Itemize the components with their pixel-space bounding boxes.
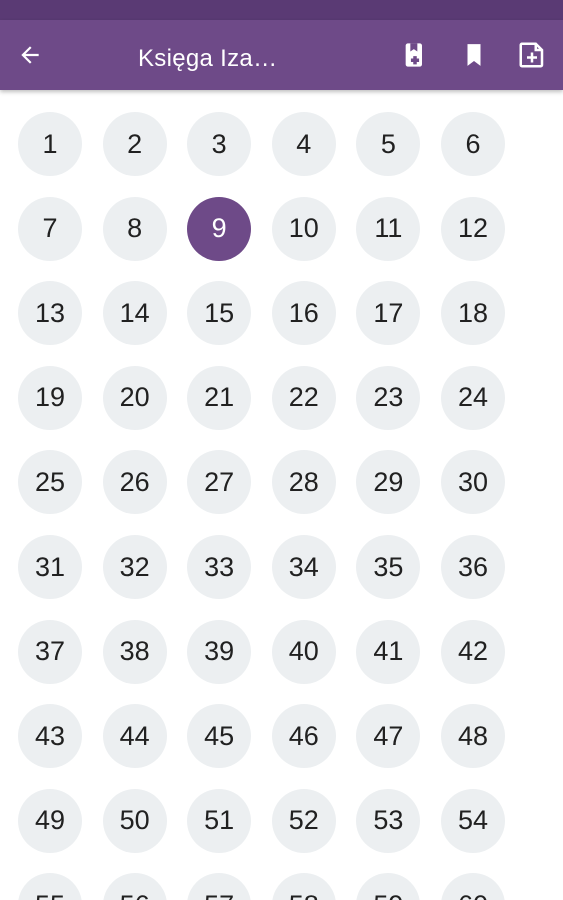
add-note-button[interactable]	[510, 33, 554, 77]
chapter-chip[interactable]: 14	[102, 281, 167, 346]
note-add-icon	[519, 42, 544, 68]
bookmark-icon	[467, 44, 481, 66]
chapter-chip[interactable]: 48	[441, 704, 505, 769]
chapter-chip[interactable]: 5	[356, 112, 421, 176]
chapter-chip[interactable]: 2	[102, 112, 167, 176]
page-title: Księga Iza…	[138, 45, 278, 72]
chapter-chip[interactable]: 33	[187, 535, 252, 599]
back-button[interactable]	[8, 33, 52, 77]
chapter-chip[interactable]: 37	[18, 619, 82, 684]
chapter-chip[interactable]: 30	[441, 450, 505, 515]
chapter-chip[interactable]: 55	[18, 873, 82, 900]
chapter-chip[interactable]: 18	[441, 281, 505, 346]
chapter-chip[interactable]: 53	[356, 788, 421, 853]
chapter-chip[interactable]: 10	[271, 196, 336, 261]
chapter-chip[interactable]: 12	[441, 196, 505, 261]
chapter-chip[interactable]: 58	[271, 873, 336, 900]
add-to-book-button[interactable]	[393, 33, 437, 77]
chapter-chip[interactable]: 19	[18, 365, 82, 430]
chapter-chip[interactable]: 54	[441, 788, 505, 853]
chapter-chip[interactable]: 15	[187, 281, 252, 346]
chapter-chip[interactable]: 6	[441, 112, 505, 176]
chapter-chip[interactable]: 29	[356, 450, 421, 515]
bookmark-button[interactable]	[452, 33, 496, 77]
chapter-chip[interactable]: 56	[102, 873, 167, 900]
chapter-chip[interactable]: 1	[18, 112, 82, 176]
app-bar: Księga Iza…	[0, 20, 563, 90]
chapter-chip[interactable]: 45	[187, 704, 252, 769]
chapter-chip[interactable]: 44	[102, 704, 167, 769]
chapter-chip[interactable]: 11	[356, 196, 421, 261]
chapter-chip[interactable]: 13	[18, 281, 82, 346]
chapter-chip[interactable]: 28	[271, 450, 336, 515]
chapter-chip[interactable]: 32	[102, 535, 167, 599]
chapter-chip[interactable]: 43	[18, 704, 82, 769]
chapter-chip-selected[interactable]: 9	[187, 196, 252, 261]
book-add-icon	[405, 43, 422, 67]
chapter-chip[interactable]: 4	[271, 112, 336, 176]
chapter-chip[interactable]: 35	[356, 535, 421, 599]
chapter-chip[interactable]: 24	[441, 365, 505, 430]
chapter-chip[interactable]: 52	[271, 788, 336, 853]
arrow-left-icon	[21, 46, 39, 64]
chapter-grid: 1 2 3 4 5 6 7 8 9 10 11 12 13 14 15 16 17 18 19 20 21 22 23 24 2…	[0, 90, 563, 900]
chapter-chip[interactable]: 16	[271, 281, 336, 346]
chapter-chip[interactable]: 59	[356, 873, 421, 900]
chapter-chip[interactable]: 21	[187, 365, 252, 430]
chapter-chip[interactable]: 49	[18, 788, 82, 853]
chapter-chip[interactable]: 25	[18, 450, 82, 515]
chapter-chip[interactable]: 31	[18, 535, 82, 599]
status-bar	[0, 0, 563, 20]
chapter-chip[interactable]: 57	[187, 873, 252, 900]
chapter-chip[interactable]: 3	[187, 112, 252, 176]
chapter-chip[interactable]: 39	[187, 619, 252, 684]
chapter-chip[interactable]: 17	[356, 281, 421, 346]
chapter-chip[interactable]: 46	[271, 704, 336, 769]
chapter-chip[interactable]: 26	[102, 450, 167, 515]
chapter-chip[interactable]: 60	[441, 873, 505, 900]
chapter-chip[interactable]: 50	[102, 788, 167, 853]
chapter-chip[interactable]: 8	[102, 196, 167, 261]
chapter-chip[interactable]: 23	[356, 365, 421, 430]
chapter-chip[interactable]: 20	[102, 365, 167, 430]
chapter-chip[interactable]: 40	[271, 619, 336, 684]
chapter-chip[interactable]: 27	[187, 450, 252, 515]
chapter-chip[interactable]: 47	[356, 704, 421, 769]
chapter-chip[interactable]: 42	[441, 619, 505, 684]
chapter-chip[interactable]: 51	[187, 788, 252, 853]
chapter-chip[interactable]: 7	[18, 196, 82, 261]
chapter-chip[interactable]: 41	[356, 619, 421, 684]
chapter-chip[interactable]: 34	[271, 535, 336, 599]
chapter-chip[interactable]: 38	[102, 619, 167, 684]
chapter-chip[interactable]: 36	[441, 535, 505, 599]
chapter-chip[interactable]: 22	[271, 365, 336, 430]
